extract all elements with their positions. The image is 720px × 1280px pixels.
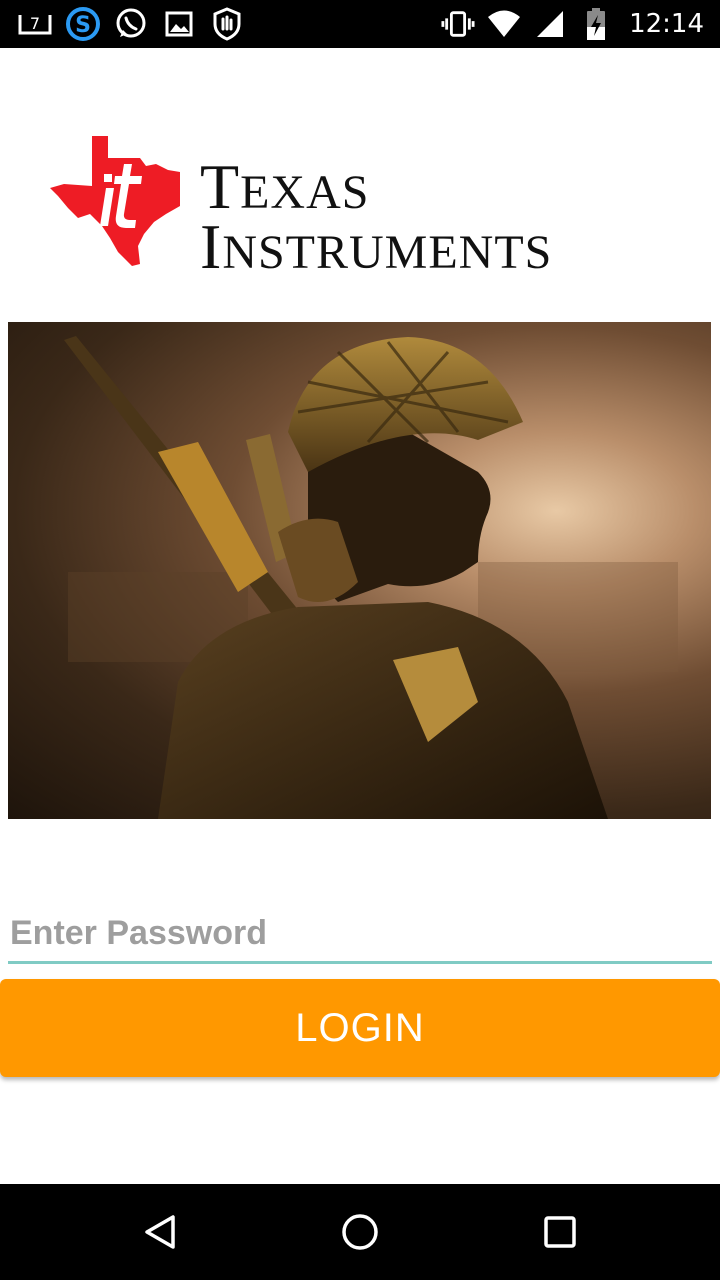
password-input[interactable] — [8, 908, 712, 958]
back-icon — [145, 1215, 175, 1249]
battery-charging-icon — [579, 7, 613, 41]
logo-wordmark-instruments: INSTRUMENTS — [200, 211, 553, 282]
notification-badge: 7 — [30, 14, 40, 33]
skype-icon: S — [66, 7, 100, 41]
svg-text:S: S — [75, 13, 91, 38]
clock-time: 12:14 — [629, 9, 704, 39]
texas-instruments-logo: TEXAS INSTRUMENTS — [48, 128, 668, 288]
cell-signal-icon — [533, 7, 567, 41]
password-input-underline — [8, 961, 712, 964]
recents-button[interactable] — [536, 1208, 584, 1256]
status-bar: 7 S 12:14 — [0, 0, 720, 48]
notification-icons: 7 S — [18, 6, 244, 42]
shield-hand-icon — [210, 7, 244, 41]
texas-state-logo-icon — [50, 136, 180, 266]
screen-icon: 7 — [18, 7, 52, 41]
back-button[interactable] — [136, 1208, 184, 1256]
login-button[interactable]: LOGIN — [0, 979, 720, 1077]
soldier-hero-image — [8, 322, 711, 819]
gallery-icon — [162, 7, 196, 41]
recents-icon — [544, 1216, 576, 1248]
whatsapp-icon — [114, 7, 148, 41]
vibrate-icon — [441, 7, 475, 41]
home-icon — [342, 1214, 378, 1250]
wifi-icon — [487, 7, 521, 41]
system-icons: 12:14 — [441, 6, 704, 42]
home-button[interactable] — [336, 1208, 384, 1256]
navigation-bar — [0, 1184, 720, 1280]
